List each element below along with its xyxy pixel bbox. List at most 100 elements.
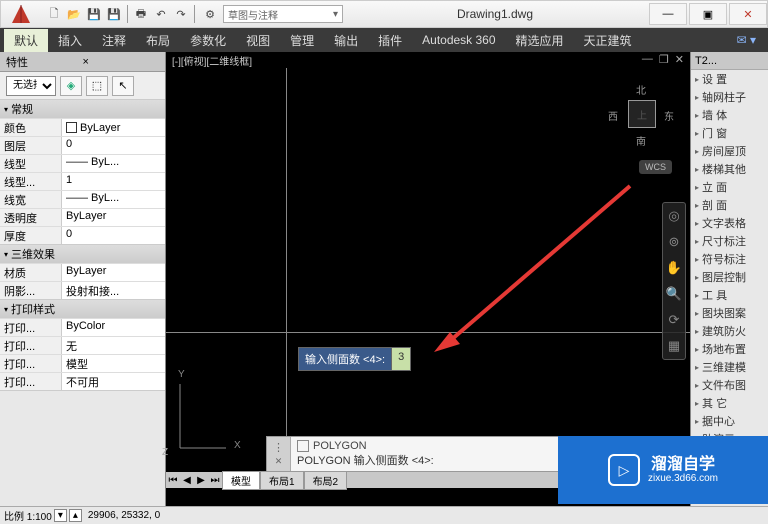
tab-prev-icon[interactable]: ◀ — [180, 475, 194, 486]
tab-tangent[interactable]: 天正建筑 — [574, 29, 642, 52]
view-cube[interactable]: 北 南 西 东 上 — [606, 80, 676, 150]
property-value[interactable]: 0 — [62, 227, 165, 244]
tab-next-icon[interactable]: ▶ — [194, 475, 208, 486]
property-row[interactable]: 厚度0 — [0, 226, 165, 244]
tab-a360[interactable]: Autodesk 360 — [412, 30, 505, 50]
palette-item[interactable]: 尺寸标注 — [691, 232, 768, 250]
property-row[interactable]: 线型...1 — [0, 172, 165, 190]
palette-item[interactable]: 符号标注 — [691, 250, 768, 268]
section-plot[interactable]: 打印样式 — [0, 300, 165, 318]
palette-item[interactable]: 文字表格 — [691, 214, 768, 232]
property-value[interactable]: 无 — [62, 337, 165, 354]
property-row[interactable]: 打印...ByColor — [0, 318, 165, 336]
undo-icon[interactable]: ↶ — [152, 5, 170, 23]
tab-first-icon[interactable]: ⏮ — [166, 475, 180, 486]
property-row[interactable]: 打印...无 — [0, 336, 165, 354]
wcs-badge[interactable]: WCS — [639, 160, 672, 174]
property-value[interactable]: —— ByL... — [62, 191, 165, 208]
palette-item[interactable]: 设 置 — [691, 70, 768, 88]
section-3d[interactable]: 三维效果 — [0, 245, 165, 263]
palette-item[interactable]: 门 窗 — [691, 124, 768, 142]
palette-item[interactable]: 三维建模 — [691, 358, 768, 376]
property-row[interactable]: 线宽—— ByL... — [0, 190, 165, 208]
tab-layout[interactable]: 布局 — [136, 29, 180, 52]
property-row[interactable]: 颜色ByLayer — [0, 118, 165, 136]
doc-minimize-icon[interactable]: — — [642, 53, 653, 66]
section-general[interactable]: 常规 — [0, 100, 165, 118]
palette-item[interactable]: 图层控制 — [691, 268, 768, 286]
palette-item[interactable]: 文件布图 — [691, 376, 768, 394]
new-icon[interactable]: 🗋 — [45, 5, 63, 23]
pickadd-icon[interactable]: ⬚ — [86, 76, 108, 96]
property-row[interactable]: 阴影...投射和接... — [0, 281, 165, 299]
close-button[interactable]: ✕ — [729, 3, 767, 25]
property-value[interactable]: ByColor — [62, 319, 165, 336]
palette-item[interactable]: 其 它 — [691, 394, 768, 412]
select-icon[interactable]: ↖ — [112, 76, 134, 96]
quickselect-icon[interactable]: ◈ — [60, 76, 82, 96]
tab-manage[interactable]: 管理 — [280, 29, 324, 52]
property-row[interactable]: 线型—— ByL... — [0, 154, 165, 172]
viewport-label[interactable]: [-][俯视][二维线框] — [166, 52, 690, 68]
tab-insert[interactable]: 插入 — [48, 29, 92, 52]
minimize-button[interactable]: — — [649, 3, 687, 25]
tab-addins[interactable]: 插件 — [368, 29, 412, 52]
fullnav-icon[interactable]: ◎ — [665, 207, 683, 225]
dynamic-input[interactable]: 输入侧面数 <4>: 3 — [298, 347, 411, 371]
tab-layout2[interactable]: 布局2 — [304, 471, 348, 490]
property-value[interactable]: 不可用 — [62, 373, 165, 390]
palette-item[interactable]: 墙 体 — [691, 106, 768, 124]
palette-item[interactable]: 工 具 — [691, 286, 768, 304]
tab-view[interactable]: 视图 — [236, 29, 280, 52]
property-value[interactable]: ByLayer — [62, 209, 165, 226]
property-row[interactable]: 图层0 — [0, 136, 165, 154]
property-value[interactable]: ByLayer — [62, 264, 165, 281]
help-icon[interactable]: ✉ ▾ — [729, 33, 764, 47]
open-icon[interactable]: 📂 — [65, 5, 83, 23]
palette-item[interactable]: 场地布置 — [691, 340, 768, 358]
redo-icon[interactable]: ↷ — [172, 5, 190, 23]
zoom-icon[interactable]: 🔍 — [665, 285, 683, 303]
property-row[interactable]: 透明度ByLayer — [0, 208, 165, 226]
workspace-icon[interactable]: ⚙ — [201, 5, 219, 23]
scale-up-button[interactable]: ▴ — [69, 509, 82, 522]
property-row[interactable]: 打印...不可用 — [0, 372, 165, 390]
property-row[interactable]: 打印...模型 — [0, 354, 165, 372]
tab-layout1[interactable]: 布局1 — [260, 471, 304, 490]
tab-default[interactable]: 默认 — [4, 29, 48, 52]
saveas-icon[interactable]: 💾 — [105, 5, 123, 23]
tab-last-icon[interactable]: ⏭ — [208, 475, 222, 486]
doc-restore-icon[interactable]: ❐ — [659, 53, 669, 66]
palette-item[interactable]: 房间屋顶 — [691, 142, 768, 160]
commandline-grip[interactable]: ⋮✕ — [267, 437, 291, 471]
pan-icon[interactable]: ✋ — [665, 259, 683, 277]
tab-annotate[interactable]: 注释 — [92, 29, 136, 52]
print-icon[interactable]: 🖶 — [132, 5, 150, 23]
palette-item[interactable]: 图块图案 — [691, 304, 768, 322]
workspace-combo[interactable]: 草图与注释▾ — [223, 5, 343, 23]
panel-close-icon[interactable]: × — [83, 56, 160, 68]
dynamic-input-value[interactable]: 3 — [391, 348, 410, 370]
property-value[interactable]: 1 — [62, 173, 165, 190]
property-value[interactable]: —— ByL... — [62, 155, 165, 172]
app-logo[interactable] — [1, 1, 41, 27]
tab-model[interactable]: 模型 — [222, 471, 260, 490]
palette-item[interactable]: 建筑防火 — [691, 322, 768, 340]
property-value[interactable]: 0 — [62, 137, 165, 154]
palette-item[interactable]: 轴网柱子 — [691, 88, 768, 106]
palette-item[interactable]: 立 面 — [691, 178, 768, 196]
tab-output[interactable]: 输出 — [324, 29, 368, 52]
property-value[interactable]: 模型 — [62, 355, 165, 372]
palette-item[interactable]: 据中心 — [691, 412, 768, 430]
tab-parametric[interactable]: 参数化 — [180, 29, 236, 52]
save-icon[interactable]: 💾 — [85, 5, 103, 23]
tab-featured[interactable]: 精选应用 — [506, 29, 574, 52]
doc-close-icon[interactable]: ✕ — [675, 53, 684, 66]
orbit-icon[interactable]: ⟳ — [665, 311, 683, 329]
palette-item[interactable]: 剖 面 — [691, 196, 768, 214]
property-row[interactable]: 材质ByLayer — [0, 263, 165, 281]
selection-combo[interactable]: 无选择 — [6, 76, 56, 96]
showmotion-icon[interactable]: ▦ — [665, 337, 683, 355]
property-value[interactable]: ByLayer — [62, 119, 165, 136]
wheel-icon[interactable]: ⊚ — [665, 233, 683, 251]
